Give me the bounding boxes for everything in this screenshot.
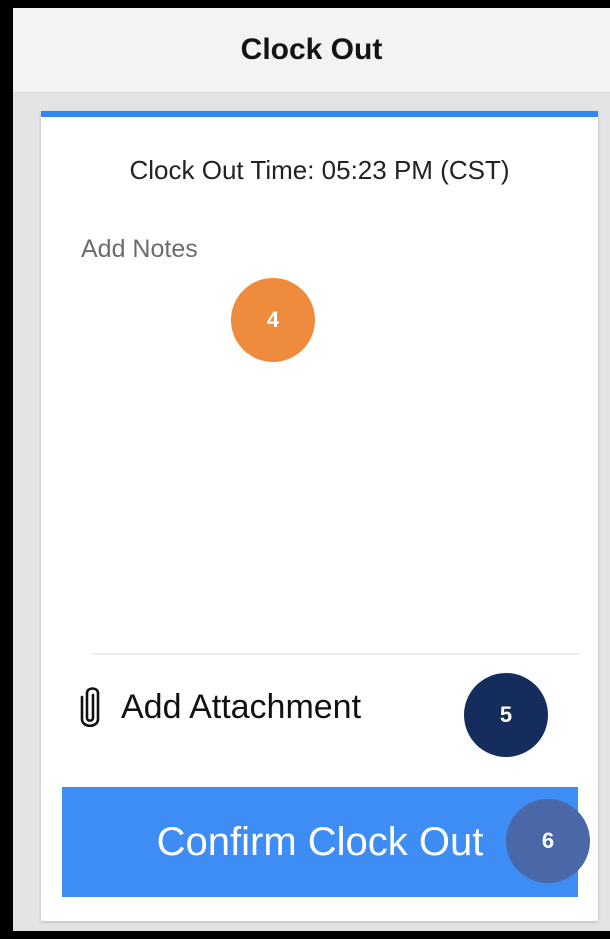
step-badge-5: 5 — [464, 673, 548, 757]
step-badge-6: 6 — [506, 799, 590, 883]
paperclip-icon — [80, 687, 100, 728]
confirm-clock-out-button[interactable]: Confirm Clock Out — [62, 787, 578, 897]
clock-out-screen: Clock Out Clock Out Time: 05:23 PM (CST)… — [13, 8, 610, 931]
page-title: Clock Out — [240, 33, 383, 66]
clock-out-time: Clock Out Time: 05:23 PM (CST) — [129, 155, 510, 185]
notes-textarea[interactable] — [81, 235, 571, 655]
header-bar: Clock Out — [13, 8, 610, 93]
step-badge-4: 4 — [231, 278, 315, 362]
add-attachment-label: Add Attachment — [121, 687, 362, 726]
divider — [93, 653, 580, 655]
add-attachment-button[interactable]: Add Attachment — [77, 685, 361, 729]
clock-out-card: Clock Out Time: 05:23 PM (CST) Add Attac… — [41, 111, 598, 921]
